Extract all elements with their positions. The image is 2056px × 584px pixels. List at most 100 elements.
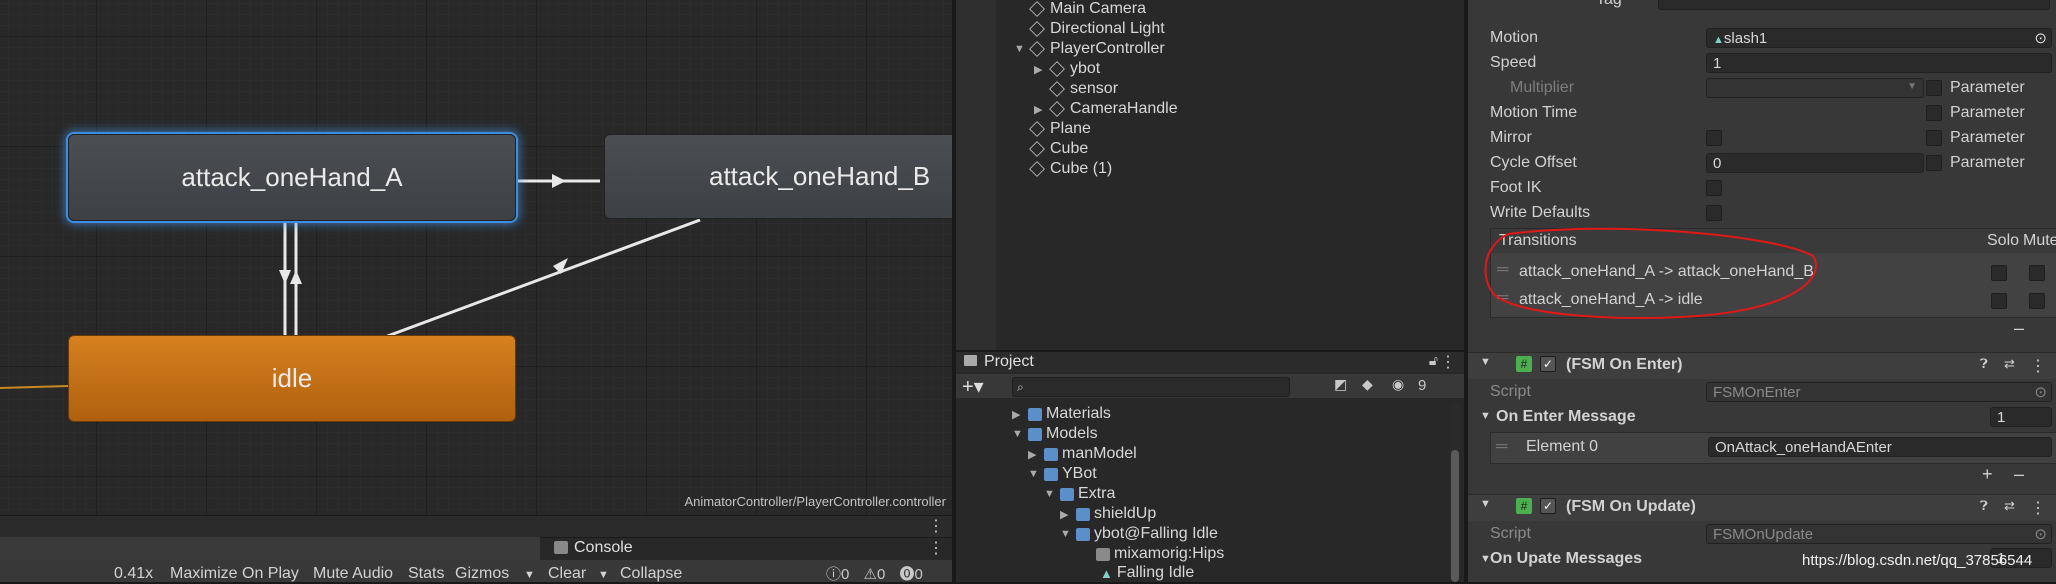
clear-button[interactable]: Clear [548,565,586,583]
motion-field[interactable]: ▲slash1 ⊙ [1706,28,2052,48]
help-icon[interactable]: ❓︎ [1980,498,1988,514]
array-size-field[interactable]: 1 [1990,407,2052,427]
search-input[interactable]: ⌕ [1012,377,1290,397]
state-attack-onehand-a[interactable]: attack_oneHand_A [68,134,516,221]
preset-icon[interactable]: ⇄ [2004,356,2015,372]
hierarchy-item[interactable]: Cube (1) [1029,159,1112,179]
expand-arrow-icon[interactable]: ▶ [1034,63,1050,76]
project-item[interactable]: ▶ manModel [1028,444,1137,464]
remove-element-button[interactable]: – [2014,464,2024,485]
clear-dropdown-icon[interactable]: ▼ [598,569,609,581]
write-defaults-checkbox[interactable] [1706,205,1722,221]
foldout-arrow-icon[interactable]: ▼ [1480,410,1491,422]
expand-arrow-icon[interactable]: ▶ [1028,448,1044,461]
tab-console[interactable]: Console [574,539,633,557]
asset-icon [1044,447,1058,461]
visibility-icon[interactable]: ◉ [1392,376,1404,393]
state-idle[interactable]: idle [68,335,516,422]
more-icon[interactable]: ⋮ [928,538,944,558]
foldout-arrow-icon[interactable]: ▼ [1480,498,1491,510]
project-item[interactable]: ▼ Models [1012,424,1098,444]
error-icon[interactable]: ⓿ [900,566,915,583]
foldout-arrow-icon[interactable]: ▼ [1480,356,1491,368]
project-item[interactable]: ▼ ybot@Falling Idle [1060,524,1218,544]
mirror-parameter-checkbox[interactable] [1926,130,1942,146]
foot-ik-checkbox[interactable] [1706,180,1722,196]
add-icon[interactable]: +▾ [962,374,984,399]
controller-path: AnimatorController/PlayerController.cont… [684,494,946,509]
motion-time-parameter-checkbox[interactable] [1926,105,1942,121]
object-picker-icon[interactable]: ⊙ [2034,383,2047,401]
help-icon[interactable]: ❓︎ [1980,356,1988,372]
solo-label: Solo [1987,232,2020,249]
enable-checkbox[interactable]: ✓ [1540,356,1556,372]
hierarchy-item[interactable]: Directional Light [1029,19,1165,39]
warning-icon[interactable]: ⚠ [864,566,877,583]
speed-field[interactable]: 1 [1706,53,2052,73]
cycle-parameter-checkbox[interactable] [1926,155,1942,171]
hierarchy-item[interactable]: ▶ ybot [1034,59,1100,79]
remove-transition-button[interactable]: – [2014,318,2024,339]
collapse-button[interactable]: Collapse [620,565,682,583]
element-value-field[interactable]: OnAttack_oneHandAEnter [1708,437,2052,457]
project-item[interactable]: ▲ Falling Idle [1100,563,1194,583]
stats-button[interactable]: Stats [408,565,444,583]
solo-checkbox[interactable] [1991,265,2007,281]
hierarchy-item[interactable]: ▼ PlayerController [1014,39,1165,59]
info-icon[interactable]: ⓘ [826,566,841,583]
more-icon[interactable]: ⋮ [2030,356,2046,376]
hierarchy-item[interactable]: ▶ CameraHandle [1034,99,1178,119]
mirror-checkbox[interactable] [1706,130,1722,146]
expand-arrow-icon[interactable]: ▼ [1044,488,1060,500]
hierarchy-item[interactable]: Cube [1029,139,1088,159]
hierarchy-item[interactable]: Plane [1029,119,1091,139]
tag-field[interactable] [1658,0,2050,10]
object-picker-icon[interactable]: ⊙ [2034,525,2047,543]
animator-graph[interactable]: attack_oneHand_A attack_oneHand_B idle A… [0,0,952,515]
project-item[interactable]: ▶ Materials [1012,404,1111,424]
expand-arrow-icon[interactable]: ▼ [1012,428,1028,440]
mute-checkbox[interactable] [2029,265,2045,281]
expand-arrow-icon[interactable]: ▼ [1014,43,1030,55]
add-element-button[interactable]: + [1982,464,1993,485]
filter-type-icon[interactable]: ◩ [1334,376,1347,393]
expand-arrow-icon[interactable]: ▶ [1060,508,1076,521]
object-picker-icon[interactable]: ⊙ [2034,29,2047,47]
preset-icon[interactable]: ⇄ [2004,498,2015,514]
drag-handle-icon[interactable]: ═ [1496,438,1507,456]
fsm-on-enter-header[interactable] [1468,352,2056,379]
gizmos-dropdown-icon[interactable]: ▼ [524,569,535,581]
expand-arrow-icon[interactable]: ▶ [1012,408,1028,421]
lock-icon[interactable]: 🔓︎ [1429,352,1438,369]
expand-arrow-icon[interactable]: ▼ [1028,468,1044,480]
scrollbar[interactable] [1450,404,1460,582]
mute-checkbox[interactable] [2029,293,2045,309]
expand-arrow-icon[interactable]: ▶ [1034,103,1050,116]
hierarchy-item[interactable]: sensor [1049,79,1118,99]
more-icon[interactable]: ⋮ [2030,498,2046,518]
cycle-offset-field[interactable]: 0 [1706,153,1924,173]
fsm-on-update-header[interactable] [1468,494,2056,521]
asset-icon [1076,527,1090,541]
enable-checkbox[interactable]: ✓ [1540,498,1556,514]
project-item[interactable]: mixamorig:Hips [1096,544,1224,564]
animation-clip-icon: ▲ [1713,34,1724,46]
gizmos-button[interactable]: Gizmos [455,565,509,583]
multiplier-parameter-checkbox[interactable] [1926,80,1942,96]
state-attack-onehand-b[interactable]: attack_oneHand_B [604,134,952,219]
multiplier-dropdown[interactable]: ▼ [1706,78,1924,98]
more-icon[interactable]: ⋮ [1440,352,1456,372]
filter-label-icon[interactable]: ◆ [1362,376,1373,393]
hierarchy-item[interactable]: Main Camera [1029,0,1146,19]
maximize-on-play-button[interactable]: Maximize On Play [170,565,299,583]
project-item[interactable]: ▼ Extra [1044,484,1115,504]
mute-audio-button[interactable]: Mute Audio [313,565,393,583]
on-enter-message-label: On Enter Message [1496,408,1636,425]
project-item[interactable]: ▼ YBot [1028,464,1097,484]
expand-arrow-icon[interactable]: ▼ [1060,528,1076,540]
solo-checkbox[interactable] [1991,293,2007,309]
tab-project[interactable]: Project [984,353,1034,371]
more-icon[interactable]: ⋮ [928,516,944,536]
transition-arrows [0,174,701,389]
project-item[interactable]: ▶ shieldUp [1060,504,1156,524]
